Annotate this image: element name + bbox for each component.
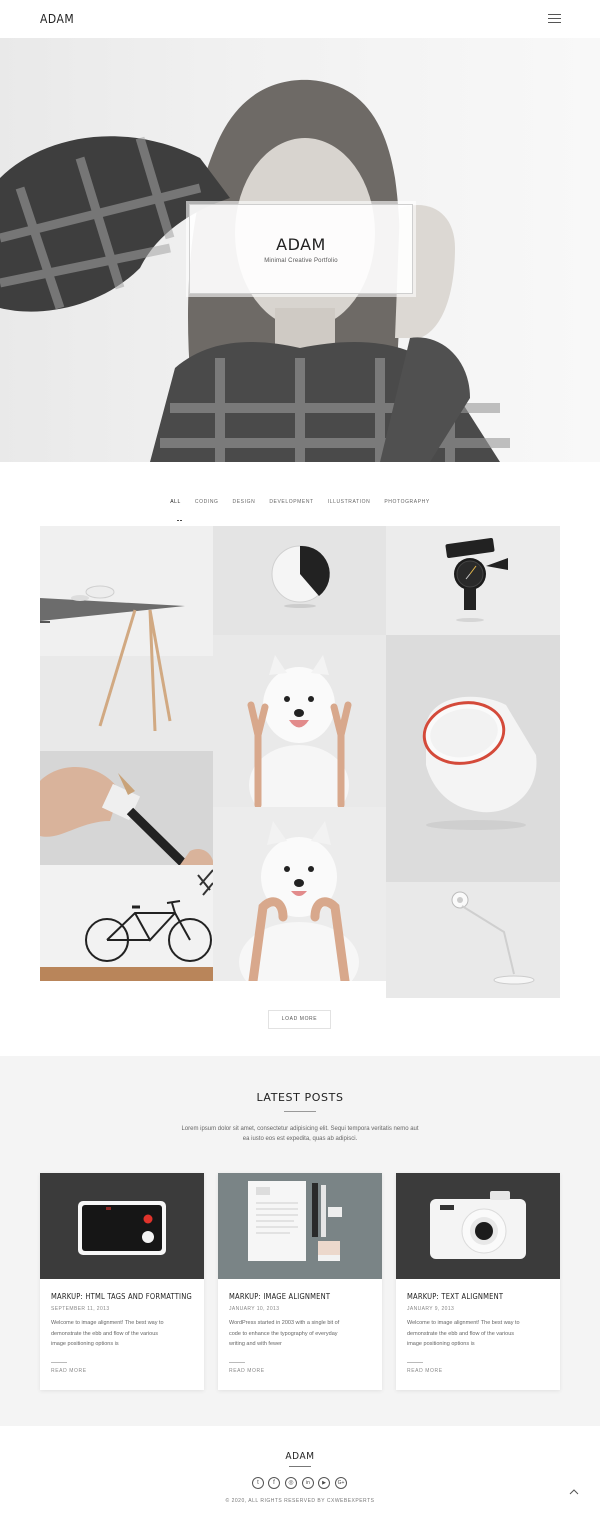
post-excerpt: Welcome to image alignment! The best way… bbox=[407, 1318, 552, 1350]
gallery-item-desk-lamp[interactable] bbox=[386, 882, 560, 998]
gallery-item-clock[interactable] bbox=[213, 526, 386, 635]
post-excerpt: Welcome to image alignment! The best way… bbox=[51, 1318, 196, 1350]
excerpt-line: Welcome to image alignment! The best way… bbox=[407, 1320, 520, 1326]
footer-logo-underline bbox=[289, 1466, 311, 1467]
read-more-link[interactable]: READ MORE bbox=[407, 1368, 443, 1374]
filter-all[interactable]: ALL bbox=[170, 499, 181, 505]
post-date: SEPTEMBER 11, 2013 bbox=[51, 1306, 110, 1312]
gallery-item-pencil-sharpener[interactable] bbox=[40, 751, 213, 865]
title-underline bbox=[284, 1111, 316, 1112]
description-line: Lorem ipsum dolor sit amet, consectetur … bbox=[181, 1126, 419, 1132]
hero-subtitle: Minimal Creative Portfolio bbox=[264, 258, 338, 264]
post-title[interactable]: MARKUP: TEXT ALIGNMENT bbox=[407, 1292, 503, 1301]
post-date: JANUARY 9, 2013 bbox=[407, 1306, 455, 1312]
excerpt-line: demonstrate the ebb and flow of the vari… bbox=[407, 1330, 515, 1337]
hamburger-menu-icon[interactable] bbox=[548, 14, 561, 24]
post-thumbnail[interactable] bbox=[218, 1173, 382, 1279]
post-thumbnail[interactable] bbox=[396, 1173, 560, 1279]
gallery-item-watch[interactable] bbox=[386, 526, 560, 635]
scroll-to-top-icon[interactable] bbox=[569, 1488, 579, 1496]
read-more-divider bbox=[407, 1362, 423, 1363]
post-date: JANUARY 10, 2013 bbox=[229, 1306, 280, 1312]
filter-coding[interactable]: CODING bbox=[195, 499, 219, 505]
description-line: ea iusto eos est expedita, quas ab adipi… bbox=[242, 1136, 358, 1142]
excerpt-line: WordPress started in 2003 with a single … bbox=[229, 1320, 340, 1326]
twitter-icon[interactable]: t bbox=[252, 1477, 264, 1489]
gallery-item-dog-peace[interactable] bbox=[213, 635, 386, 807]
post-thumbnail[interactable] bbox=[40, 1173, 204, 1279]
active-filter-indicator bbox=[177, 508, 185, 539]
filter-photography[interactable]: PHOTOGRAPHY bbox=[384, 499, 429, 505]
facebook-icon[interactable]: f bbox=[268, 1477, 280, 1489]
hero-title-card: ADAM Minimal Creative Portfolio bbox=[189, 204, 413, 294]
copyright-text: © 2020, ALL RIGHTS RESERVED BY CXWEBEXPE… bbox=[225, 1498, 375, 1504]
hero-title: ADAM bbox=[276, 235, 326, 254]
post-card-image-alignment[interactable]: MARKUP: IMAGE ALIGNMENT JANUARY 10, 2013… bbox=[218, 1173, 382, 1390]
site-logo[interactable]: ADAM bbox=[40, 12, 74, 26]
gallery-item-white-lamp[interactable] bbox=[386, 635, 560, 882]
filter-illustration[interactable]: ILLUSTRATION bbox=[328, 499, 371, 505]
load-more-button[interactable]: LOAD MORE bbox=[268, 1010, 331, 1029]
read-more-divider bbox=[229, 1362, 245, 1363]
gallery-item-bicycle[interactable] bbox=[40, 865, 213, 981]
youtube-icon[interactable]: ▶ bbox=[318, 1477, 330, 1489]
read-more-link[interactable]: READ MORE bbox=[229, 1368, 265, 1374]
instagram-icon[interactable]: ◎ bbox=[285, 1477, 297, 1489]
post-card-text-alignment[interactable]: MARKUP: TEXT ALIGNMENT JANUARY 9, 2013 W… bbox=[396, 1173, 560, 1390]
gallery-item-dog-hands[interactable] bbox=[213, 807, 386, 981]
linkedin-icon[interactable]: in bbox=[302, 1477, 314, 1489]
excerpt-line: image positioning options is bbox=[407, 1341, 475, 1347]
portfolio-filters: ALL CODING DESIGN DEVELOPMENT ILLUSTRATI… bbox=[0, 499, 600, 505]
latest-posts-description: Lorem ipsum dolor sit amet, consectetur … bbox=[150, 1124, 450, 1144]
excerpt-line: demonstrate the ebb and flow of the vari… bbox=[51, 1330, 159, 1337]
latest-posts-title: LATEST POSTS bbox=[256, 1091, 344, 1104]
filter-design[interactable]: DESIGN bbox=[233, 499, 256, 505]
excerpt-line: Welcome to image alignment! The best way… bbox=[51, 1320, 164, 1326]
post-card-html-tags[interactable]: MARKUP: HTML TAGS AND FORMATTING SEPTEMB… bbox=[40, 1173, 204, 1390]
hero-banner: ADAM Minimal Creative Portfolio bbox=[0, 38, 600, 462]
read-more-divider bbox=[51, 1362, 67, 1363]
excerpt-line: code to enhance the typography of everyd… bbox=[229, 1330, 338, 1337]
gallery-item-table[interactable] bbox=[40, 526, 213, 751]
excerpt-line: writing and with fewer bbox=[229, 1341, 282, 1347]
post-title[interactable]: MARKUP: HTML TAGS AND FORMATTING bbox=[51, 1292, 192, 1301]
excerpt-line: image positioning options is bbox=[51, 1341, 119, 1347]
post-title[interactable]: MARKUP: IMAGE ALIGNMENT bbox=[229, 1292, 330, 1301]
googleplus-icon[interactable]: G+ bbox=[335, 1477, 347, 1489]
post-excerpt: WordPress started in 2003 with a single … bbox=[229, 1318, 374, 1350]
filter-development[interactable]: DEVELOPMENT bbox=[269, 499, 313, 505]
site-header: ADAM bbox=[0, 0, 600, 38]
read-more-link[interactable]: READ MORE bbox=[51, 1368, 87, 1374]
social-links: t f ◎ in ▶ G+ bbox=[252, 1477, 352, 1490]
footer-logo[interactable]: ADAM bbox=[0, 1451, 600, 1462]
